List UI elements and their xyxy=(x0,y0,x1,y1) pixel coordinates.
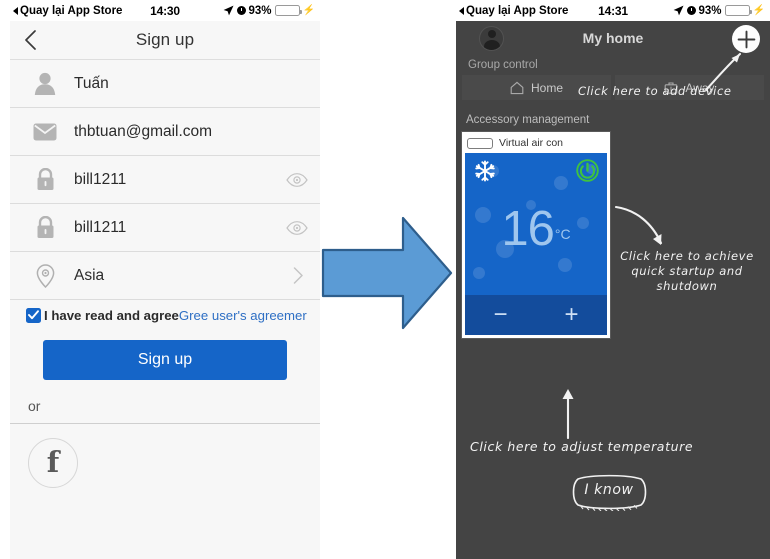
form-row-email[interactable]: thbtuan@gmail.com xyxy=(10,108,320,156)
alarm-clock-icon xyxy=(686,6,696,15)
annotation-adjust-temperature-text: Click here to adjust temperature xyxy=(470,439,694,454)
back-triangle-icon xyxy=(13,6,18,15)
battery-percent-label: 93% xyxy=(248,4,272,17)
lightning-bolt-icon: ⚡ xyxy=(302,4,315,16)
power-button-icon[interactable] xyxy=(576,159,599,182)
snowflake-icon[interactable] xyxy=(474,160,496,182)
username-value: Tuấn xyxy=(74,74,109,92)
battery-icon xyxy=(274,5,302,16)
device-card-header: Virtual air con xyxy=(465,135,607,153)
home-screen-body: My home Group control Home Away Accessor… xyxy=(456,21,770,559)
checkmark-icon xyxy=(28,310,39,320)
device-name: Virtual air con xyxy=(499,137,564,149)
temperature-unit: °C xyxy=(554,225,571,242)
envelope-icon xyxy=(32,119,58,145)
signup-button[interactable]: Sign up xyxy=(43,340,287,380)
social-login-area: f xyxy=(10,424,320,559)
person-icon xyxy=(32,71,58,97)
signup-form: Tuấn thbtuan@gmail.com bill1211 bill1211… xyxy=(10,60,320,300)
home-icon xyxy=(510,81,524,95)
temperature-decrease-button[interactable]: − xyxy=(465,295,536,335)
agreement-text: I have read and agree xyxy=(44,307,179,323)
temperature-value: 16 xyxy=(501,202,555,256)
status-bar-back-label: Quay lại App Store xyxy=(20,4,123,17)
temperature-increase-button[interactable]: + xyxy=(536,295,607,335)
facebook-login-button[interactable]: f xyxy=(28,438,78,488)
confirm-password-value: bill1211 xyxy=(74,218,127,236)
agreement-row[interactable]: I have read and agree Gree user's agreem… xyxy=(10,300,320,330)
screenshot-stage: Quay lại App Store 14:30 93% ⚡ Sign up T… xyxy=(0,0,770,559)
location-arrow-icon xyxy=(673,5,684,16)
eye-icon[interactable] xyxy=(286,220,308,235)
device-screen: 16°C xyxy=(465,153,607,295)
agreement-checkbox[interactable] xyxy=(26,307,41,323)
status-bar-back-to-app-store[interactable]: Quay lại App Store xyxy=(459,5,568,17)
email-value: thbtuan@gmail.com xyxy=(74,122,213,140)
i-know-button-label: I know xyxy=(584,482,634,498)
accessory-management-label: Accessory management xyxy=(466,114,590,126)
device-pill-icon xyxy=(467,137,493,149)
status-bar-back-to-app-store[interactable]: Quay lại App Store xyxy=(13,5,122,17)
status-bar-indicators: 93% ⚡ xyxy=(223,5,315,17)
annotation-arrow-adjust-temperature xyxy=(562,389,574,439)
mode-button-home-label: Home xyxy=(530,80,563,95)
status-bar-indicators: 93% ⚡ xyxy=(673,5,765,17)
form-row-confirm-password[interactable]: bill1211 xyxy=(10,204,320,252)
device-card-virtual-air-con[interactable]: Virtual air con 16°C − + xyxy=(462,132,610,338)
temperature-display: 16°C xyxy=(465,205,607,254)
i-know-button[interactable]: I know xyxy=(569,473,649,512)
signup-navbar: Sign up xyxy=(10,21,320,60)
lock-icon xyxy=(32,167,58,193)
annotation-arrow-quick-startup xyxy=(614,205,663,245)
annotation-add-device-text: Click here to add device xyxy=(578,84,732,98)
right-status-bar: Quay lại App Store 14:31 93% ⚡ xyxy=(456,0,770,21)
form-row-region[interactable]: Asia xyxy=(10,252,320,300)
status-bar-back-label: Quay lại App Store xyxy=(466,4,569,17)
lightning-bolt-icon: ⚡ xyxy=(752,4,765,16)
right-phone-home-screen: Quay lại App Store 14:31 93% ⚡ My home G… xyxy=(456,0,770,559)
temperature-controls: − + xyxy=(465,295,607,335)
signup-button-wrap: Sign up xyxy=(10,330,320,380)
password-value: bill1211 xyxy=(74,170,127,188)
page-title: Sign up xyxy=(135,30,195,49)
region-value: Asia xyxy=(74,266,105,284)
alarm-clock-icon xyxy=(236,6,246,15)
form-row-username[interactable]: Tuấn xyxy=(10,60,320,108)
eye-icon[interactable] xyxy=(286,172,308,187)
back-triangle-icon xyxy=(459,6,464,15)
chevron-right-icon[interactable] xyxy=(293,267,304,284)
left-phone-signup-screen: Quay lại App Store 14:30 93% ⚡ Sign up T… xyxy=(10,0,320,559)
user-avatar-icon[interactable] xyxy=(479,25,504,51)
location-pin-icon xyxy=(32,263,58,289)
transition-arrow-icon xyxy=(321,212,453,334)
battery-percent-label: 93% xyxy=(698,4,722,17)
annotation-quick-startup-text: Click here to achieve quick startup and … xyxy=(620,249,754,293)
location-arrow-icon xyxy=(223,5,234,16)
facebook-f-icon: f xyxy=(46,444,60,479)
form-row-password[interactable]: bill1211 xyxy=(10,156,320,204)
chevron-left-icon[interactable] xyxy=(24,30,37,50)
battery-icon xyxy=(724,5,752,16)
lock-icon xyxy=(32,215,58,241)
or-divider-label: or xyxy=(10,380,320,424)
left-status-bar: Quay lại App Store 14:30 93% ⚡ xyxy=(10,0,320,21)
agreement-link[interactable]: Gree user's agreemer xyxy=(179,308,307,323)
